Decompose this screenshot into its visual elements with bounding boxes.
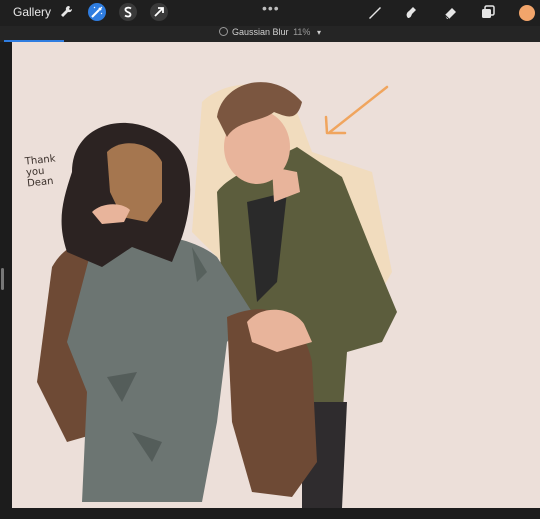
brush-icon[interactable] — [366, 3, 384, 21]
bottom-strip — [0, 508, 540, 519]
sidebar-handle[interactable] — [1, 268, 4, 290]
gallery-button[interactable]: Gallery — [13, 5, 51, 19]
magic-wand-icon[interactable] — [88, 3, 106, 21]
filter-percent: 11% — [293, 27, 311, 37]
wrench-icon[interactable] — [57, 3, 75, 21]
drawing-canvas[interactable]: Thank you Dean — [12, 42, 540, 508]
top-toolbar: Gallery ••• — [0, 0, 540, 26]
chevron-down-icon: ▾ — [316, 28, 321, 37]
transform-arrow-icon[interactable] — [150, 3, 168, 21]
smudge-icon[interactable] — [401, 3, 419, 21]
color-swatch[interactable] — [519, 5, 535, 21]
selection-s-icon[interactable] — [119, 3, 137, 21]
filter-status-bar: Gaussian Blur 11% ▾ — [0, 26, 540, 42]
handwritten-note: Thank you Dean — [24, 153, 58, 189]
filter-name: Gaussian Blur — [232, 27, 289, 37]
filter-indicator-icon — [219, 27, 229, 36]
artwork-illustration — [37, 82, 397, 508]
eraser-icon[interactable] — [441, 3, 459, 21]
filter-title[interactable]: Gaussian Blur 11% ▾ — [0, 27, 540, 37]
layers-icon[interactable] — [479, 3, 497, 21]
more-menu[interactable]: ••• — [262, 0, 280, 16]
